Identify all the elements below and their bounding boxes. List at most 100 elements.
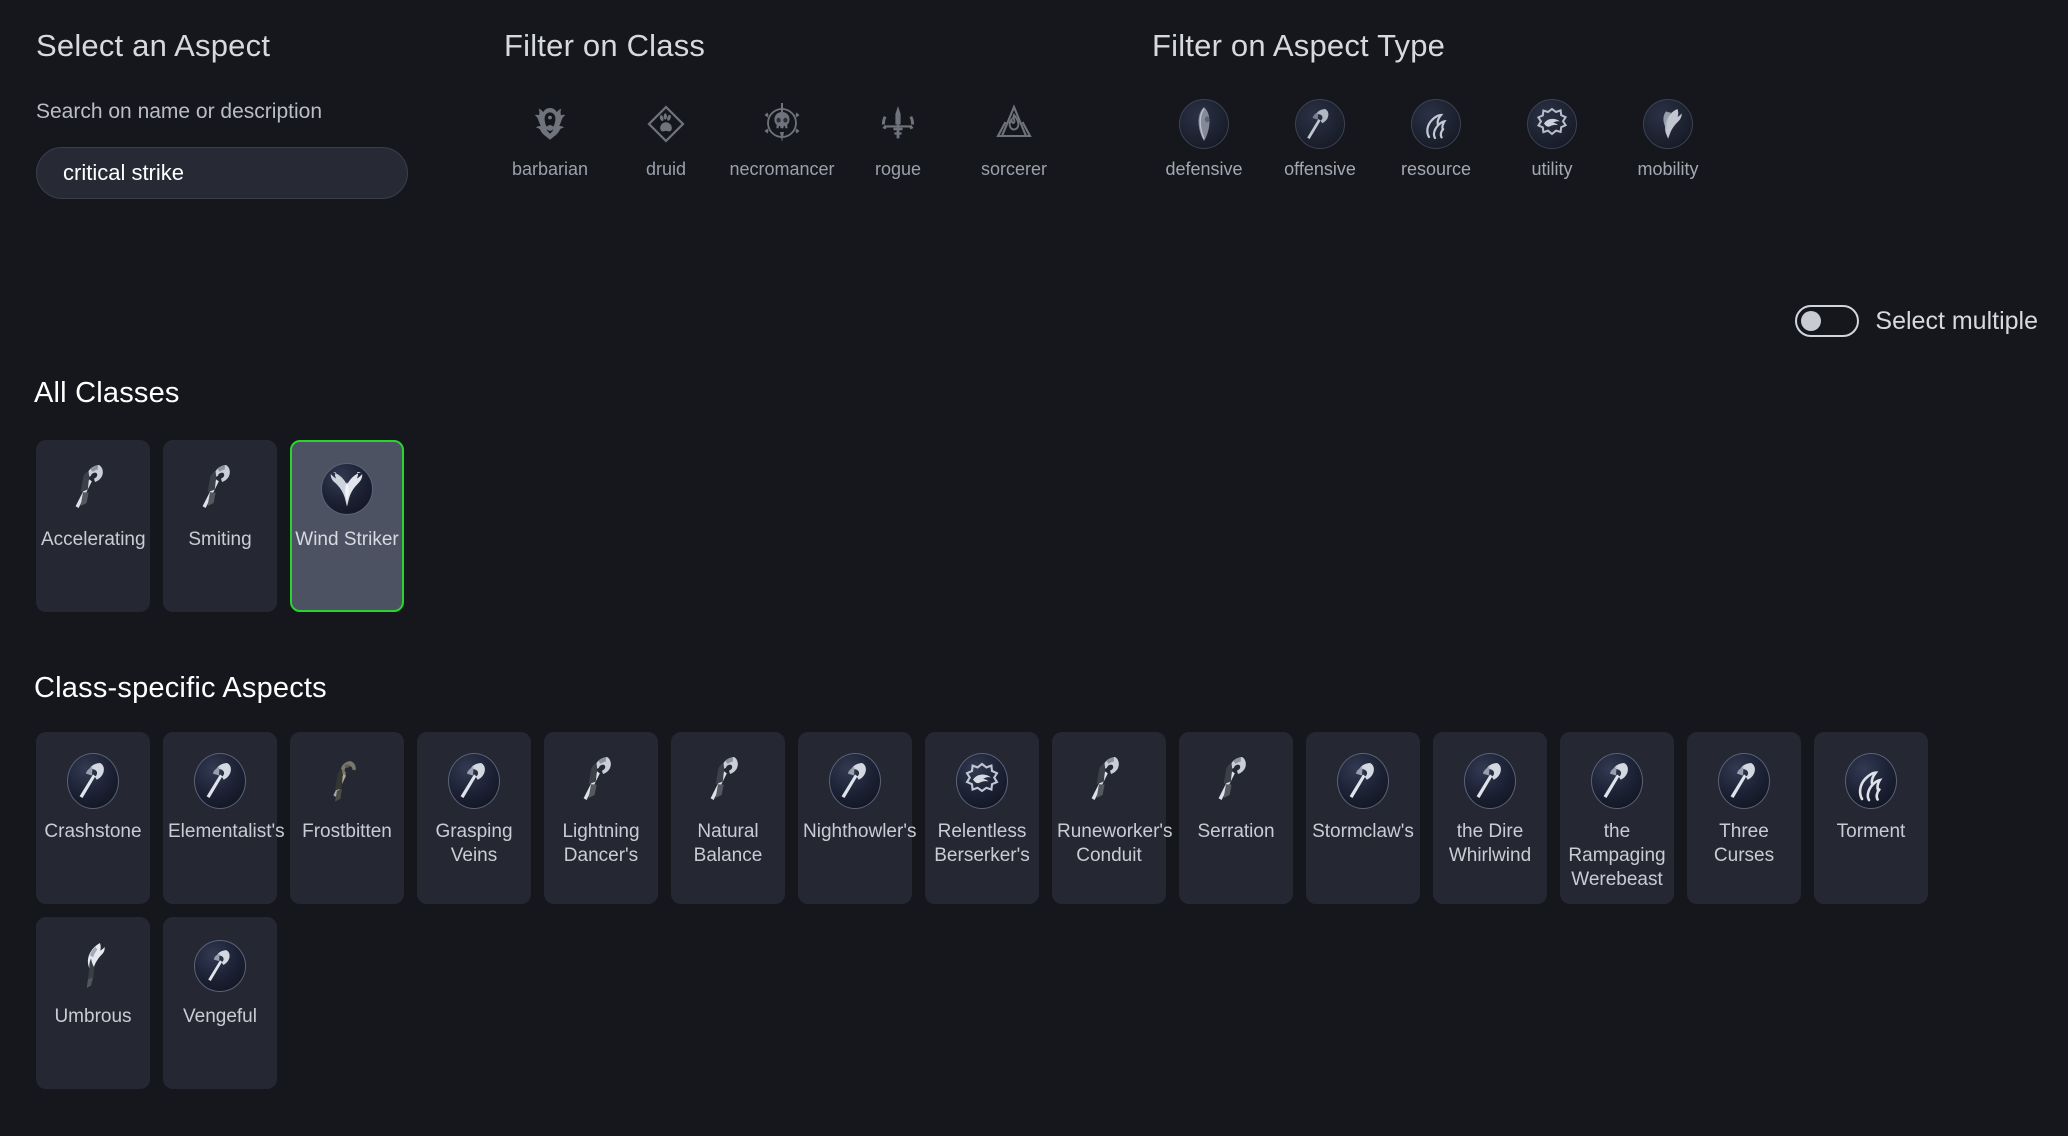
axe-orb-art: [1591, 753, 1643, 809]
aspect-card[interactable]: Lightning Dancer's: [544, 732, 658, 904]
aspect-card-art: [1209, 752, 1263, 810]
aspect-card-art: [320, 752, 374, 810]
class-filter-label: sorcerer: [980, 159, 1047, 179]
aspect-card-label: Wind Striker: [295, 529, 399, 550]
aspect-card[interactable]: Smiting: [163, 440, 277, 612]
aspect-card-label: Serration: [1197, 821, 1275, 842]
axe-orb-art: [1718, 753, 1770, 809]
axe-icon: [1082, 753, 1136, 809]
axe-orb-art: [67, 753, 119, 809]
aspect-card[interactable]: the Dire Whirlwind: [1433, 732, 1547, 904]
aspect-card-label: the Rampaging Werebeast: [1568, 821, 1666, 890]
axe-orb-art: [194, 753, 246, 809]
class-filter-necromancer[interactable]: necromancer: [724, 95, 840, 180]
toggle-knob: [1801, 311, 1822, 331]
class-filter-druid[interactable]: druid: [608, 95, 724, 180]
aspect-card-label: Torment: [1836, 821, 1906, 842]
aspect-card-art: [701, 752, 755, 810]
aspect-card-label: Crashstone: [44, 821, 142, 842]
aspect-card-art: [574, 752, 628, 810]
type-filter-offensive[interactable]: offensive: [1262, 95, 1378, 180]
aspect-card-label: Stormclaw's: [1312, 821, 1414, 842]
aspect-card[interactable]: Accelerating: [36, 440, 150, 612]
feather-orb-art: [321, 463, 373, 515]
type-filter-resource[interactable]: resource: [1378, 95, 1494, 180]
swirl-orb-art: [1845, 753, 1897, 809]
class-filter-label: barbarian: [511, 159, 589, 179]
aspect-card[interactable]: Crashstone: [36, 732, 150, 904]
axe-icon: [1209, 753, 1263, 809]
type-filter-mobility[interactable]: mobility: [1610, 95, 1726, 180]
axe-orb-icon: [1295, 99, 1345, 149]
axe-orb-art: [448, 753, 500, 809]
aspect-type-filter-row: defensive offensive resource utility mob…: [1146, 95, 1726, 180]
aspect-card[interactable]: Elementalist's: [163, 732, 285, 904]
aspect-card-label: Grasping Veins: [435, 821, 513, 866]
axe-icon: [701, 753, 755, 809]
aspect-card[interactable]: Umbrous: [36, 917, 150, 1089]
filter-on-class-title: Filter on Class: [504, 28, 706, 63]
aspect-card-art: [66, 937, 120, 995]
aspect-card[interactable]: the Rampaging Werebeast: [1560, 732, 1674, 904]
aspect-card[interactable]: Grasping Veins: [417, 732, 531, 904]
select-multiple-control[interactable]: Select multiple: [1795, 305, 2038, 337]
select-multiple-toggle[interactable]: [1795, 305, 1860, 337]
type-filter-defensive[interactable]: defensive: [1146, 95, 1262, 180]
class-filter-sorcerer[interactable]: sorcerer: [956, 95, 1072, 180]
feather-icon: [66, 938, 120, 994]
aspect-card[interactable]: Frostbitten: [290, 732, 404, 904]
aspect-card-art: [193, 460, 247, 518]
aspect-card[interactable]: Serration: [1179, 732, 1293, 904]
rogue-crossbow-icon: [876, 95, 920, 153]
aspect-card-art: [1337, 752, 1389, 810]
aspect-card[interactable]: Wind Striker: [290, 440, 404, 612]
axe-orb-art: [1464, 753, 1516, 809]
feather-orb-icon: [1643, 99, 1693, 149]
aspect-card-art: [194, 937, 246, 995]
aspect-card[interactable]: Torment: [1814, 732, 1928, 904]
aspect-card-label: Vengeful: [183, 1006, 257, 1027]
aspect-card-label: Smiting: [188, 529, 252, 550]
axe-orb-art: [829, 753, 881, 809]
aspect-card-label: Elementalist's: [168, 821, 285, 842]
search-input-wrapper[interactable]: [36, 147, 408, 199]
aspect-card-label: the Dire Whirlwind: [1448, 821, 1532, 866]
select-aspect-title: Select an Aspect: [36, 28, 271, 63]
axe-icon: [574, 753, 628, 809]
swirl-orb-icon: [1411, 99, 1461, 149]
aspect-card[interactable]: Natural Balance: [671, 732, 785, 904]
aspect-card[interactable]: Vengeful: [163, 917, 277, 1089]
aspect-card-label: Natural Balance: [693, 821, 763, 866]
type-filter-utility[interactable]: utility: [1494, 95, 1610, 180]
aspect-card-label: Runeworker's Conduit: [1057, 821, 1173, 866]
aspect-card-art: [67, 752, 119, 810]
aspect-card[interactable]: Nighthowler's: [798, 732, 916, 904]
aspect-card-art: [194, 752, 246, 810]
aspect-card-art: [1082, 752, 1136, 810]
filter-toolbar: Select an Aspect Search on name or descr…: [0, 0, 2068, 210]
aspect-card-art: [829, 752, 881, 810]
aspect-card[interactable]: Runeworker's Conduit: [1052, 732, 1173, 904]
select-multiple-label: Select multiple: [1875, 306, 2038, 335]
search-label: Search on name or description: [36, 100, 322, 123]
class-filter-label: druid: [645, 159, 687, 179]
aspect-card[interactable]: Relentless Berserker's: [925, 732, 1039, 904]
frostbitten-icon: [320, 753, 374, 809]
class-specific-heading: Class-specific Aspects: [34, 672, 327, 704]
sorcerer-flame-icon: [992, 95, 1036, 153]
class-filter-row: barbarian druid necromancer rogue sorcer…: [492, 95, 1072, 180]
shield-orb-icon: [1179, 99, 1229, 149]
aspect-card-label: Three Curses: [1713, 821, 1775, 866]
axe-orb-art: [194, 940, 246, 992]
aspect-card[interactable]: Stormclaw's: [1306, 732, 1420, 904]
aspect-card[interactable]: Three Curses: [1687, 732, 1801, 904]
search-input[interactable]: [37, 160, 407, 186]
axe-orb-art: [1337, 753, 1389, 809]
gear-orb-icon: [1527, 99, 1577, 149]
aspect-card-label: Relentless Berserker's: [934, 821, 1030, 866]
class-filter-barbarian[interactable]: barbarian: [492, 95, 608, 180]
druid-paw-icon: [644, 95, 688, 153]
necromancer-skull-icon: [760, 95, 804, 153]
class-filter-rogue[interactable]: rogue: [840, 95, 956, 180]
aspect-card-art: [956, 752, 1008, 810]
